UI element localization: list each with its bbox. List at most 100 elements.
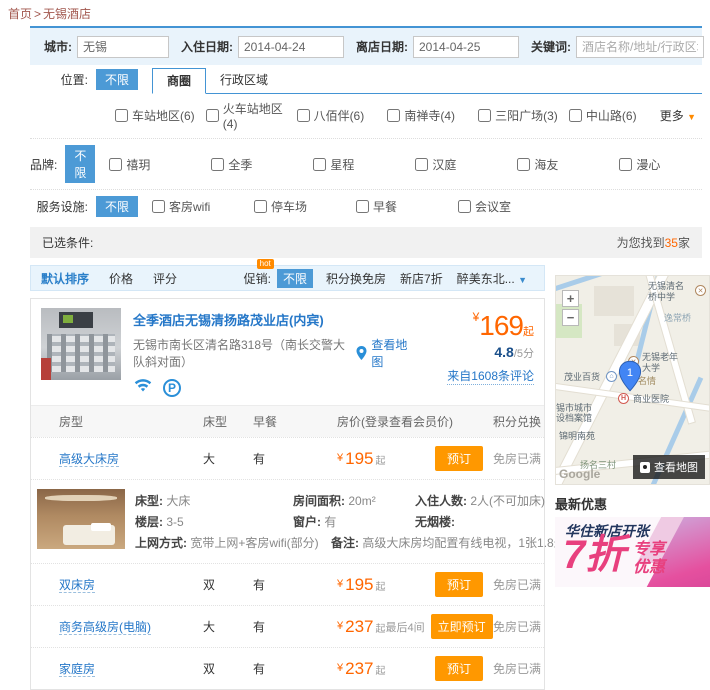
- google-watermark: Google: [559, 467, 600, 481]
- hotel-name-link[interactable]: 全季酒店无锡清扬路茂业店(内宾): [133, 310, 409, 329]
- book-button[interactable]: 预订: [435, 446, 483, 471]
- option-label: 禧玥: [126, 156, 150, 173]
- selected-conditions-label: 已选条件:: [42, 234, 93, 251]
- school-icon: ✕: [695, 285, 706, 296]
- sort-score[interactable]: 评分: [153, 270, 177, 287]
- location-option[interactable]: 三阳广场(3): [478, 107, 569, 124]
- brand-option[interactable]: 星程: [313, 156, 415, 173]
- redeem-status: 免房已满: [483, 660, 544, 677]
- checkout-input[interactable]: [413, 36, 519, 58]
- checkbox[interactable]: [109, 158, 122, 171]
- breadcrumb-current: 无锡酒店: [43, 7, 91, 21]
- option-label: 海友: [534, 156, 558, 173]
- facility-option[interactable]: 会议室: [458, 198, 560, 215]
- map-label-estate: 锦明南苑: [559, 431, 595, 442]
- breakfast: 有: [253, 618, 311, 635]
- checkbox[interactable]: [458, 200, 471, 213]
- keyword-input[interactable]: [576, 36, 704, 58]
- city-input[interactable]: [77, 36, 169, 58]
- room-photo[interactable]: [37, 489, 125, 549]
- promo-label: hot 促销:: [244, 270, 271, 287]
- checkin-label: 入住日期:: [181, 38, 233, 55]
- checkin-input[interactable]: [238, 36, 344, 58]
- checkbox[interactable]: [297, 109, 310, 122]
- room-name-link[interactable]: 高级大床房: [59, 452, 119, 467]
- view-map-link[interactable]: 查看地图: [371, 336, 409, 370]
- book-button[interactable]: 预订: [435, 572, 483, 597]
- hotel-photo[interactable]: [41, 308, 121, 380]
- sort-default[interactable]: 默认排序: [41, 270, 89, 287]
- checkbox[interactable]: [415, 158, 428, 171]
- option-label: 会议室: [475, 198, 511, 215]
- option-label: 星程: [330, 156, 354, 173]
- option-label: 全季: [228, 156, 252, 173]
- facility-option[interactable]: 客房wifi: [152, 198, 254, 215]
- room-name-link[interactable]: 家庭房: [59, 662, 95, 677]
- location-option[interactable]: 火车站地区(4): [206, 100, 297, 131]
- promo-newstore-30off[interactable]: 新店7折: [400, 270, 443, 287]
- facility-option[interactable]: 停车场: [254, 198, 356, 215]
- checkbox[interactable]: [619, 158, 632, 171]
- header-bed-type: 床型: [203, 413, 253, 430]
- brand-option[interactable]: 汉庭: [415, 156, 517, 173]
- promo-points-free[interactable]: 积分换免房: [326, 270, 386, 287]
- checkbox[interactable]: [356, 200, 369, 213]
- facility-any-chip[interactable]: 不限: [96, 196, 138, 217]
- zoom-in-button[interactable]: +: [562, 290, 579, 307]
- checkbox[interactable]: [115, 109, 128, 122]
- location-any-chip[interactable]: 不限: [96, 69, 138, 90]
- checkbox[interactable]: [206, 109, 219, 122]
- checkbox[interactable]: [254, 200, 267, 213]
- checkbox[interactable]: [211, 158, 224, 171]
- location-option[interactable]: 中山路(6): [569, 107, 660, 124]
- option-label: 三阳广场(3): [495, 107, 558, 124]
- banner-subtitle: 专享优惠: [633, 541, 665, 578]
- detail-internet: 上网方式: 宽带上网+客房wifi(部分): [135, 533, 331, 554]
- checkbox[interactable]: [152, 200, 165, 213]
- checkbox[interactable]: [313, 158, 326, 171]
- checkbox[interactable]: [478, 109, 491, 122]
- brand-option[interactable]: 漫心: [619, 156, 710, 173]
- checkbox[interactable]: [569, 109, 582, 122]
- location-option[interactable]: 八佰伴(6): [297, 107, 388, 124]
- sort-price[interactable]: 价格: [109, 270, 133, 287]
- option-label: 火车站地区(4): [223, 100, 297, 131]
- detail-nosmoke: 无烟楼:: [415, 512, 455, 533]
- checkbox[interactable]: [387, 109, 400, 122]
- location-tabs: 商圈 行政区域: [152, 65, 702, 94]
- room-price: ¥195起: [337, 575, 386, 595]
- zoom-out-button[interactable]: −: [562, 309, 579, 326]
- reviews-link[interactable]: 来自1608条评论: [447, 367, 534, 385]
- breadcrumb-home[interactable]: 首页: [8, 7, 32, 21]
- brand-option[interactable]: 禧玥: [109, 156, 211, 173]
- brand-option[interactable]: 全季: [211, 156, 313, 173]
- location-label: 位置:: [30, 71, 88, 88]
- detail-note: 备注: 高级大床房均配置有线电视，1张1.8米大床: [331, 533, 590, 554]
- promo-dropdown[interactable]: 醉美东北... ▼: [457, 270, 527, 287]
- map-pin-marker[interactable]: 1: [618, 360, 642, 395]
- promo-banner[interactable]: 华住新店开张 7折 专享优惠: [555, 517, 710, 587]
- more-link[interactable]: 更多 ▼: [660, 107, 696, 124]
- tab-district[interactable]: 行政区域: [206, 68, 282, 93]
- tab-business-zone[interactable]: 商圈: [152, 68, 206, 94]
- facility-filter-row: 服务设施: 不限 客房wifi 停车场 早餐 会议室: [30, 189, 702, 223]
- promo-any-chip[interactable]: 不限: [277, 269, 313, 288]
- room-name-link[interactable]: 双床房: [59, 578, 95, 593]
- map-icon: [640, 462, 650, 473]
- view-map-button[interactable]: 查看地图: [633, 455, 705, 479]
- location-option[interactable]: 南禅寺(4): [387, 107, 478, 124]
- checkbox[interactable]: [517, 158, 530, 171]
- brand-any-chip[interactable]: 不限: [65, 145, 95, 183]
- map-label-bridge: 逸常桥: [664, 313, 691, 324]
- facility-option[interactable]: 早餐: [356, 198, 458, 215]
- book-button[interactable]: 预订: [435, 656, 483, 681]
- parking-icon: P: [163, 379, 181, 397]
- mini-map[interactable]: + − 无锡清名桥中学 ✕ 逸常桥 ✕ 无锡老年大学 茂业百货 ⌂ 名情 H 商…: [555, 275, 710, 485]
- room-price: ¥237起: [337, 659, 386, 679]
- brand-option[interactable]: 海友: [517, 156, 619, 173]
- detail-floor: 楼层: 3-5: [135, 512, 293, 533]
- room-name-link[interactable]: 商务高级房(电脑): [59, 620, 151, 635]
- location-option[interactable]: 车站地区(6): [115, 107, 206, 124]
- header-redeem: 积分兑换: [483, 413, 544, 430]
- breadcrumb-separator: >: [34, 7, 41, 21]
